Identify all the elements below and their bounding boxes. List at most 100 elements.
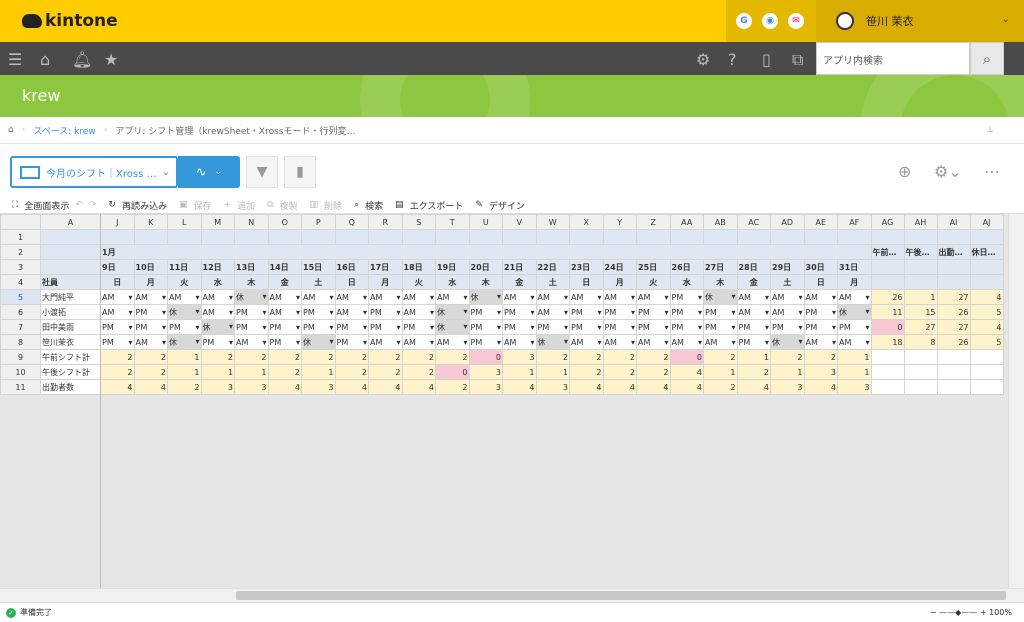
column-header[interactable]: AF: [837, 214, 872, 230]
cell[interactable]: [903, 259, 938, 275]
dropdown-arrow-icon[interactable]: ▾: [765, 293, 769, 302]
weekday-header[interactable]: 木: [703, 274, 738, 290]
shift-dropdown[interactable]: PM ▾: [303, 323, 334, 332]
total-cell[interactable]: 2: [535, 349, 570, 365]
shift-cell[interactable]: PM ▾: [770, 319, 805, 335]
summary-cell[interactable]: 1: [903, 289, 938, 305]
horizontal-scrollbar[interactable]: [0, 588, 1024, 602]
shift-cell[interactable]: PM ▾: [468, 334, 503, 350]
total-cell[interactable]: 1: [535, 364, 570, 380]
shift-dropdown[interactable]: PM ▾: [471, 338, 502, 347]
cell[interactable]: [903, 229, 938, 245]
staff-name[interactable]: 田中美雨: [40, 319, 101, 335]
column-header[interactable]: AA: [669, 214, 704, 230]
shift-dropdown[interactable]: PM ▾: [203, 338, 234, 347]
dropdown-arrow-icon[interactable]: ▾: [195, 307, 199, 318]
dropdown-arrow-icon[interactable]: ▾: [396, 338, 400, 347]
total-cell[interactable]: 2: [368, 349, 403, 365]
total-cell[interactable]: 1: [167, 349, 202, 365]
shift-dropdown[interactable]: AM ▾: [772, 293, 803, 302]
total-cell[interactable]: 2: [401, 349, 436, 365]
total-cell[interactable]: 2: [803, 349, 838, 365]
column-header[interactable]: AC: [736, 214, 771, 230]
shift-cell[interactable]: 休 ▾: [468, 289, 503, 305]
date-header[interactable]: 12日: [200, 259, 235, 275]
column-header[interactable]: AH: [903, 214, 938, 230]
dropdown-arrow-icon[interactable]: ▾: [765, 308, 769, 317]
shift-cell[interactable]: AM ▾: [200, 289, 235, 305]
dropdown-arrow-icon[interactable]: ▾: [698, 323, 702, 332]
shift-cell[interactable]: PM ▾: [502, 304, 537, 320]
cell[interactable]: [870, 364, 905, 380]
fullscreen-button[interactable]: ⛶ 全画面表示: [6, 199, 69, 212]
dropdown-arrow-icon[interactable]: ▾: [597, 293, 601, 302]
row-header[interactable]: 4: [0, 274, 41, 290]
graph-select[interactable]: ∿ ⌄: [178, 156, 240, 188]
shift-cell[interactable]: AM ▾: [100, 289, 135, 305]
dropdown-arrow-icon[interactable]: ▾: [329, 308, 333, 317]
shift-dropdown[interactable]: AM ▾: [203, 308, 234, 317]
cell[interactable]: [969, 229, 1004, 245]
shift-dropdown[interactable]: PM ▾: [337, 323, 368, 332]
more-icon[interactable]: ⋯: [984, 162, 1000, 181]
total-cell[interactable]: 4: [368, 379, 403, 395]
date-header[interactable]: 30日: [803, 259, 838, 275]
vertical-scrollbar[interactable]: [1008, 214, 1024, 588]
search-button[interactable]: ⌕: [970, 42, 1004, 75]
column-header[interactable]: AJ: [969, 214, 1004, 230]
shift-dropdown[interactable]: PM ▾: [772, 323, 803, 332]
weekday-header[interactable]: 水: [200, 274, 235, 290]
dropdown-arrow-icon[interactable]: ▾: [396, 293, 400, 302]
shift-cell[interactable]: PM ▾: [167, 319, 202, 335]
shift-cell[interactable]: AM ▾: [301, 289, 336, 305]
shift-dropdown[interactable]: 休 ▾: [169, 337, 200, 348]
cell[interactable]: [40, 244, 101, 260]
weekday-header[interactable]: 月: [837, 274, 872, 290]
date-header[interactable]: 9日: [100, 259, 135, 275]
shift-cell[interactable]: 休 ▾: [167, 334, 202, 350]
shift-dropdown[interactable]: AM ▾: [370, 293, 401, 302]
shift-cell[interactable]: PM ▾: [468, 304, 503, 320]
total-cell[interactable]: 2: [133, 349, 168, 365]
cell[interactable]: [936, 229, 971, 245]
search-button[interactable]: ⌕ 検索: [348, 199, 383, 212]
space-title[interactable]: krew: [22, 86, 60, 105]
shift-cell[interactable]: AM ▾: [837, 334, 872, 350]
breadcrumb-space[interactable]: スペース: krew: [33, 124, 95, 137]
column-header[interactable]: K: [133, 214, 168, 230]
total-cell[interactable]: 2: [770, 349, 805, 365]
shift-dropdown[interactable]: PM ▾: [370, 308, 401, 317]
shift-cell[interactable]: AM ▾: [435, 334, 470, 350]
home-icon[interactable]: ⌂: [8, 125, 14, 135]
summary-cell[interactable]: 0: [870, 319, 905, 335]
shift-dropdown[interactable]: AM ▾: [839, 293, 870, 302]
cell[interactable]: [669, 229, 704, 245]
staff-header[interactable]: 社員: [40, 274, 101, 290]
shift-dropdown[interactable]: 休 ▾: [236, 292, 267, 303]
shift-dropdown[interactable]: AM ▾: [538, 308, 569, 317]
total-cell[interactable]: 2: [133, 364, 168, 380]
shift-cell[interactable]: PM ▾: [602, 304, 637, 320]
shift-dropdown[interactable]: AM ▾: [571, 338, 602, 347]
summary-cell[interactable]: 4: [969, 319, 1004, 335]
shift-cell[interactable]: PM ▾: [301, 304, 336, 320]
dropdown-arrow-icon[interactable]: ▾: [798, 337, 802, 348]
total-cell[interactable]: 2: [703, 379, 738, 395]
cell[interactable]: [401, 229, 436, 245]
cell[interactable]: [200, 229, 235, 245]
row-header[interactable]: 7: [0, 319, 41, 335]
shift-dropdown[interactable]: PM ▾: [806, 308, 837, 317]
shift-dropdown[interactable]: AM ▾: [437, 293, 468, 302]
shift-cell[interactable]: PM ▾: [368, 304, 403, 320]
date-header[interactable]: 13日: [234, 259, 269, 275]
total-cell[interactable]: 2: [435, 349, 470, 365]
column-header[interactable]: L: [167, 214, 202, 230]
cell[interactable]: [903, 349, 938, 365]
shift-dropdown[interactable]: AM ▾: [136, 293, 167, 302]
bell-icon[interactable]: 🔔︎: [72, 50, 92, 69]
shift-cell[interactable]: 休 ▾: [234, 289, 269, 305]
shift-cell[interactable]: AM ▾: [334, 289, 369, 305]
shift-dropdown[interactable]: PM ▾: [638, 308, 669, 317]
dropdown-arrow-icon[interactable]: ▾: [128, 323, 132, 332]
shift-dropdown[interactable]: 休 ▾: [705, 292, 736, 303]
